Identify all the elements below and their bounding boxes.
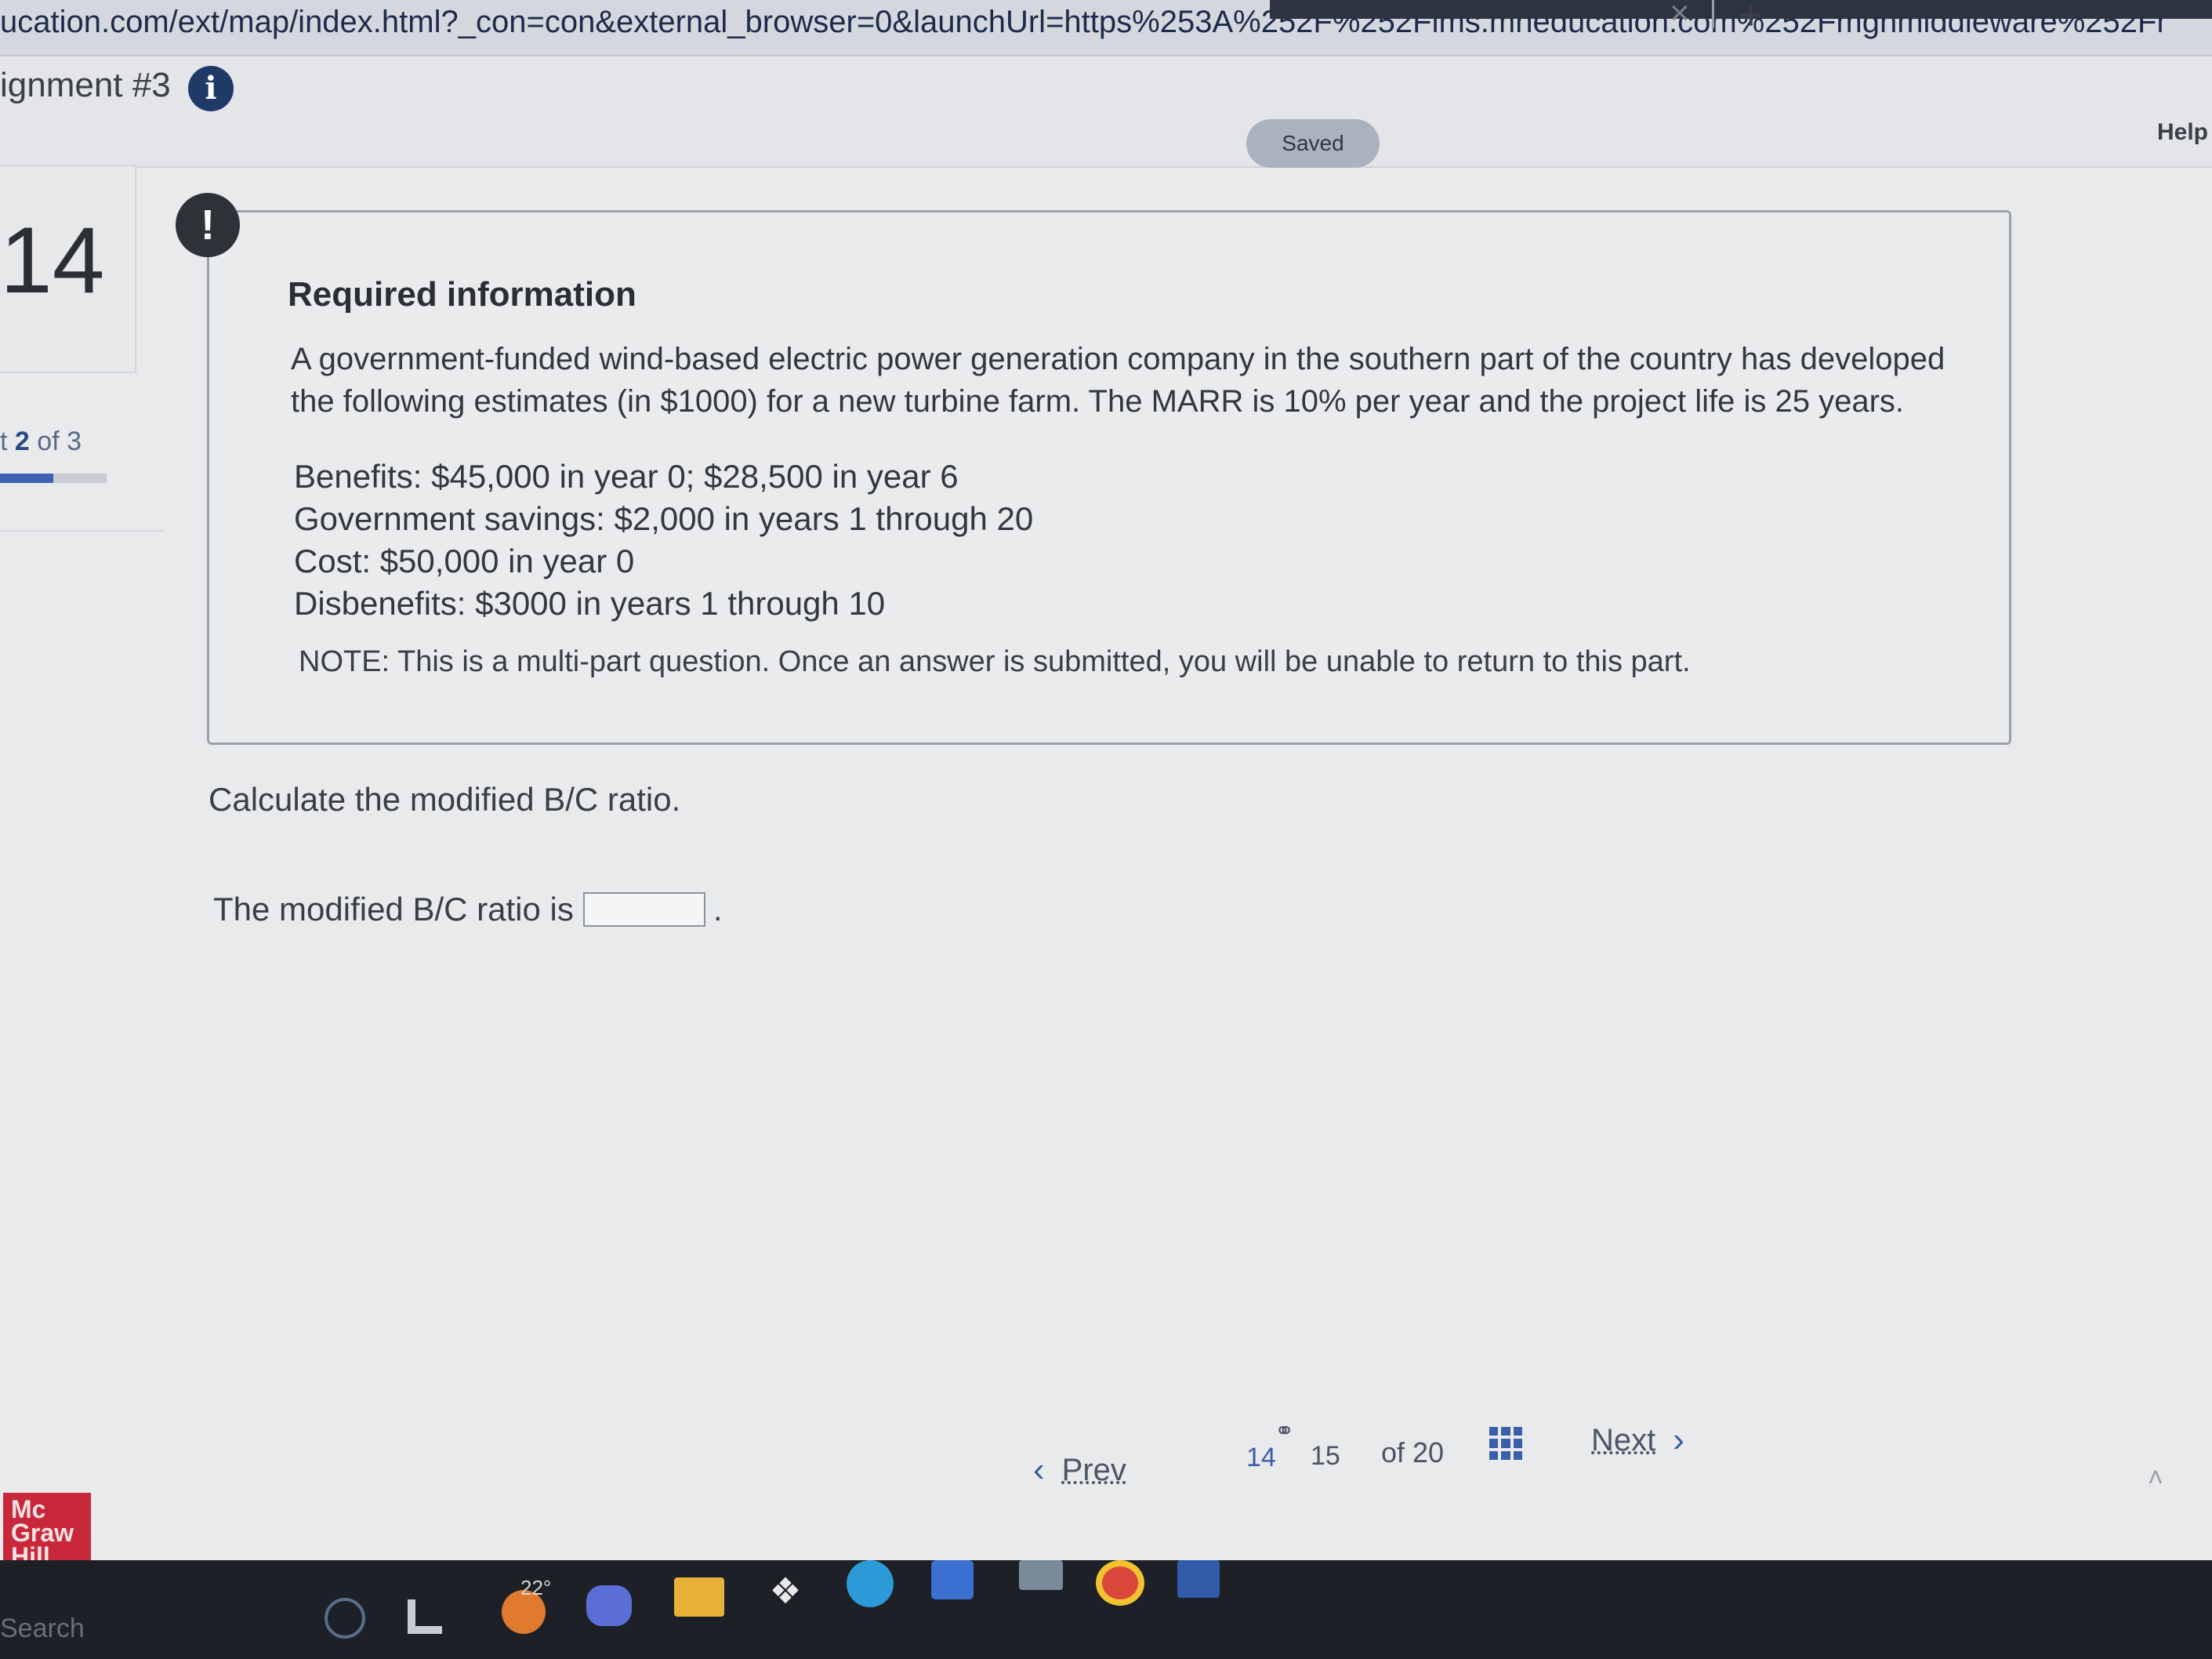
weather-temperature: 22° [520, 1576, 552, 1599]
file-explorer-icon[interactable] [674, 1577, 724, 1617]
prev-button[interactable]: ‹ Prev [1033, 1450, 1126, 1490]
multi-part-note: NOTE: This is a multi-part question. Onc… [299, 645, 1691, 678]
store-icon[interactable] [931, 1560, 974, 1599]
next-label: Next [1591, 1422, 1656, 1458]
chevron-up-icon[interactable]: ˄ [2148, 1463, 2163, 1494]
page-total: of 20 [1381, 1436, 1445, 1468]
saved-status-button[interactable]: Saved [1246, 119, 1380, 168]
grid-view-icon[interactable] [1489, 1427, 1522, 1460]
prev-label: Prev [1061, 1452, 1126, 1487]
assignment-header: ignment #3 i Saved [0, 56, 2212, 168]
part-indicator: t 2 of 3 [0, 427, 82, 457]
mcgraw-hill-logo: Mc Graw Hill [3, 1493, 91, 1570]
page-next-number[interactable]: 15 [1311, 1441, 1340, 1472]
assignment-title: ignment #3 [0, 66, 171, 104]
answer-label: The modified B/C ratio is [213, 891, 574, 928]
bing-icon[interactable] [325, 1598, 365, 1639]
part-progress-fill [0, 474, 53, 483]
new-tab-icon[interactable]: + [1739, 0, 1764, 39]
page-current[interactable]: 14 [1246, 1443, 1276, 1473]
bc-ratio-input[interactable] [582, 892, 705, 927]
part-progress-bar [0, 474, 107, 483]
chat-icon[interactable] [586, 1585, 632, 1626]
logo-line: Graw [11, 1519, 74, 1547]
part-current: 2 [14, 427, 30, 456]
chevron-left-icon: ‹ [1033, 1450, 1045, 1489]
list-item: Cost: $50,000 in year 0 [294, 543, 635, 579]
part-total: of 3 [37, 427, 82, 456]
list-item: Government savings: $2,000 in years 1 th… [294, 500, 1034, 537]
logo-line: Mc [11, 1495, 46, 1523]
part-prefix: t [0, 427, 8, 456]
info-paragraph: A government-funded wind-based electric … [291, 342, 1945, 419]
question-prompt: Calculate the modified B/C ratio. [209, 781, 681, 818]
browser-address-bar[interactable]: ucation.com/ext/map/index.html?_con=con&… [0, 0, 2212, 56]
taskbar-search[interactable]: Search [0, 1614, 85, 1644]
estimate-list: Benefits: $45,000 in year 0; $28,500 in … [294, 456, 1033, 625]
tab-divider [1712, 0, 1714, 28]
question-number-card: 14 [0, 165, 136, 373]
next-button[interactable]: Next › [1591, 1421, 1684, 1460]
sidebar-divider [0, 530, 165, 532]
info-icon[interactable]: i [188, 66, 234, 111]
alert-icon: ! [176, 193, 240, 257]
list-item: Benefits: $45,000 in year 0; $28,500 in … [294, 458, 959, 495]
list-item: Disbenefits: $3000 in years 1 through 10 [294, 585, 886, 622]
chrome-icon[interactable] [1096, 1560, 1144, 1606]
help-link[interactable]: Help [2157, 119, 2208, 146]
required-information-box: Required information A government-funded… [207, 210, 2011, 745]
close-tab-icon[interactable]: × [1670, 0, 1690, 33]
word-icon[interactable] [1177, 1560, 1220, 1598]
link-icon: ⚭ [1275, 1418, 1295, 1444]
task-view-icon[interactable] [408, 1599, 442, 1634]
question-number: 14 [0, 208, 105, 313]
answer-row: The modified B/C ratio is . [213, 891, 723, 928]
info-heading: Required information [288, 275, 636, 314]
edge-icon[interactable] [847, 1560, 894, 1607]
dropbox-icon[interactable]: ❖ [763, 1571, 807, 1610]
chevron-right-icon: › [1673, 1421, 1684, 1459]
amazon-icon[interactable] [1019, 1560, 1063, 1590]
answer-suffix: . [713, 891, 723, 928]
os-taskbar: Search 22° ❖ [0, 1560, 2212, 1659]
